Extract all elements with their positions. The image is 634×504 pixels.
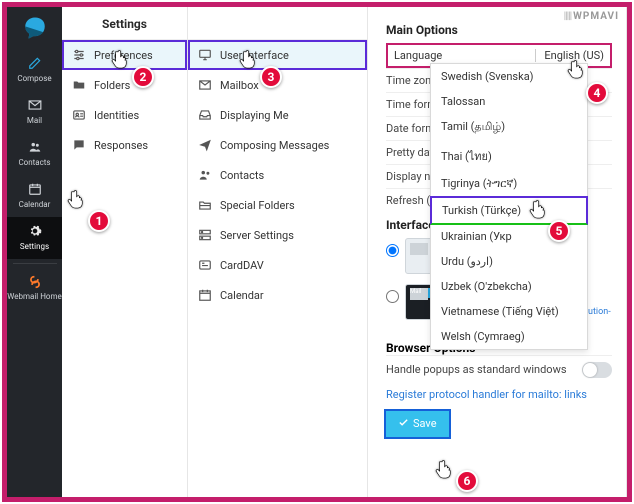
- sliders-icon: [72, 48, 86, 62]
- item-label: Special Folders: [220, 199, 295, 212]
- callout-3: 3: [260, 66, 282, 88]
- nav-label: Contacts: [18, 158, 50, 167]
- item-label: Contacts: [220, 169, 264, 182]
- nav-mail[interactable]: Mail: [7, 91, 62, 133]
- app-logo-icon: [22, 15, 48, 41]
- send-icon: [198, 138, 212, 152]
- callout-2: 2: [132, 66, 154, 88]
- dd-opt[interactable]: Vietnamese (Tiếng Việt): [431, 299, 587, 324]
- nav-label: Settings: [20, 242, 49, 251]
- settings-title: Settings: [62, 7, 187, 40]
- section-composing[interactable]: Composing Messages: [188, 130, 367, 160]
- dd-opt[interactable]: Urdu (اردو): [431, 249, 587, 274]
- nav-label: Mail: [27, 116, 42, 125]
- card-icon: [198, 258, 212, 272]
- section-contacts[interactable]: Contacts: [188, 160, 367, 190]
- register-mailto-link[interactable]: Register protocol handler for mailto: li…: [386, 384, 612, 411]
- settings-folders[interactable]: Folders: [62, 70, 187, 100]
- nav-label: Compose: [17, 74, 51, 83]
- language-label: Language: [394, 49, 535, 62]
- nav-calendar[interactable]: Calendar: [7, 175, 62, 217]
- dd-opt[interactable]: Tigrinya (ትግርኛ): [431, 171, 587, 197]
- section-displaying[interactable]: Displaying Me: [188, 100, 367, 130]
- nav-label: Webmail Home: [7, 293, 61, 302]
- nav-label: Calendar: [19, 200, 51, 209]
- main-options-heading: Main Options: [386, 23, 612, 37]
- item-label: Responses: [94, 139, 148, 152]
- check-icon: [398, 417, 409, 431]
- cpanel-icon: [27, 274, 43, 290]
- sections-spacer: [188, 7, 367, 40]
- language-dropdown[interactable]: Swedish (Svenska) Talossan Tamil (தமிழ்)…: [430, 63, 588, 350]
- item-label: Displaying Me: [220, 109, 289, 122]
- settings-column: Settings Preferences Folders Identities …: [62, 7, 188, 497]
- skin-radio-larry[interactable]: [386, 290, 399, 303]
- item-label: CardDAV: [220, 259, 264, 272]
- dd-opt[interactable]: Thai (ไทย): [431, 141, 587, 171]
- mail-icon: [27, 97, 43, 113]
- save-button[interactable]: Save: [386, 411, 449, 437]
- item-label: Composing Messages: [220, 139, 329, 152]
- section-server-settings[interactable]: Server Settings: [188, 220, 367, 250]
- calendar-icon: [27, 181, 43, 197]
- contacts-icon: [27, 139, 43, 155]
- nav-compose[interactable]: Compose: [7, 49, 62, 91]
- dd-opt[interactable]: Uzbek (O'zbekcha): [431, 274, 587, 299]
- monitor-icon: [198, 48, 212, 62]
- section-calendar[interactable]: Calendar: [188, 280, 367, 310]
- callout-4: 4: [586, 82, 608, 104]
- settings-identities[interactable]: Identities: [62, 100, 187, 130]
- server-icon: [198, 228, 212, 242]
- folder-icon: [72, 78, 86, 92]
- gear-icon: [27, 223, 43, 239]
- dd-opt[interactable]: Swedish (Svenska): [431, 64, 587, 89]
- item-label: Identities: [94, 109, 139, 122]
- item-label: Server Settings: [220, 229, 294, 242]
- settings-preferences[interactable]: Preferences: [62, 40, 187, 70]
- dd-opt[interactable]: Talossan: [431, 89, 587, 114]
- folders-icon: [198, 198, 212, 212]
- item-label: Preferences: [94, 49, 153, 62]
- skin-radio-elastic[interactable]: [386, 244, 399, 257]
- main-panel: Main Options Language English (US) Time …: [368, 7, 627, 497]
- callout-1: 1: [88, 210, 110, 232]
- inbox-icon: [198, 108, 212, 122]
- section-special-folders[interactable]: Special Folders: [188, 190, 367, 220]
- settings-responses[interactable]: Responses: [62, 130, 187, 160]
- dd-opt[interactable]: Welsh (Cymraeg): [431, 324, 587, 349]
- section-carddav[interactable]: CardDAV: [188, 250, 367, 280]
- popup-toggle[interactable]: [582, 362, 612, 378]
- nav-webmail-home[interactable]: Webmail Home: [7, 268, 62, 310]
- item-label: Folders: [94, 79, 130, 92]
- item-label: User Interface: [220, 49, 289, 62]
- nav-separator: [13, 263, 57, 264]
- id-card-icon: [72, 108, 86, 122]
- dd-opt[interactable]: Tamil (தமிழ்): [431, 114, 587, 141]
- people-icon: [198, 168, 212, 182]
- callout-5: 5: [548, 220, 570, 242]
- section-user-interface[interactable]: User Interface: [188, 40, 367, 70]
- nav-settings[interactable]: Settings: [7, 217, 62, 259]
- callout-6: 6: [456, 470, 478, 492]
- envelope-icon: [198, 78, 212, 92]
- nav-contacts[interactable]: Contacts: [7, 133, 62, 175]
- popup-row: Handle popups as standard windows: [386, 355, 612, 384]
- calendar2-icon: [198, 288, 212, 302]
- item-label: Calendar: [220, 289, 264, 302]
- item-label: Mailbox: [220, 79, 259, 92]
- compose-icon: [27, 55, 43, 71]
- chat-icon: [72, 138, 86, 152]
- language-value: English (US): [535, 49, 604, 62]
- left-sidebar: Compose Mail Contacts Calendar Settings: [7, 7, 62, 497]
